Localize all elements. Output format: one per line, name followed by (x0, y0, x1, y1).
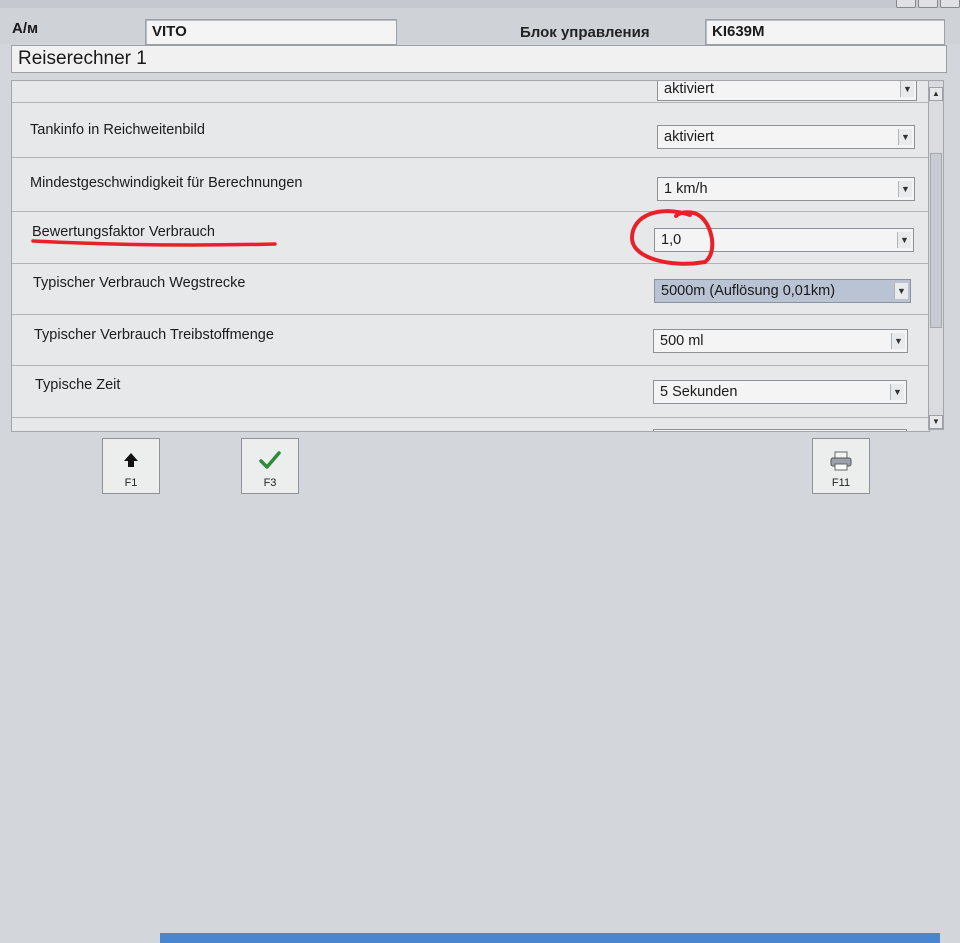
taskbar-strip (160, 933, 940, 943)
chevron-down-icon[interactable]: ▼ (900, 81, 914, 97)
setting-label: Typische Zeit (35, 377, 121, 393)
control-unit-label: Блок управления (520, 24, 650, 41)
minimize-button[interactable] (896, 0, 916, 8)
maximize-button[interactable] (918, 0, 938, 8)
list-item: Bewertungsfaktor Verbrauch 1,0 ▼ (12, 212, 929, 264)
scroll-down-icon[interactable]: ▼ (929, 415, 943, 429)
f1-label: F1 (124, 477, 138, 489)
list-item: Typische Zeit 5 Sekunden ▼ (12, 366, 929, 418)
printer-icon (813, 451, 869, 474)
list-item: Typischer Verbrauch Treibstoffmenge 500 … (12, 315, 929, 366)
setting-label: Typischer Verbrauch Treibstoffmenge (34, 327, 274, 343)
dropdown-value: 5 Sekunden (660, 384, 738, 400)
list-item: aktiviert ▼ (12, 81, 929, 103)
arrow-up-icon (103, 451, 159, 472)
f3-label: F3 (263, 477, 277, 489)
chevron-down-icon[interactable]: ▼ (894, 283, 908, 299)
page-title: Reiserechner 1 (11, 45, 947, 73)
setting-dropdown[interactable]: 1,0 ▼ (654, 228, 914, 252)
setting-dropdown[interactable]: 500 ml ▼ (653, 329, 908, 353)
setting-label: Bewertungsfaktor Verbrauch (32, 224, 215, 240)
setting-label: Mindestgeschwindigkeit für Berechnungen (30, 175, 303, 191)
checkmark-icon (242, 451, 298, 472)
setting-label: Tankinfo in Reichweitenbild (30, 122, 205, 138)
setting-dropdown[interactable]: 5 Sekunden ▼ (653, 380, 907, 404)
list-item: Tankinfo in Reichweitenbild aktiviert ▼ (12, 103, 929, 158)
chevron-down-icon[interactable]: ▼ (897, 232, 911, 248)
setting-dropdown[interactable]: 1 km/h ▼ (657, 177, 915, 201)
dropdown-value: 500 ml (660, 333, 704, 349)
chevron-down-icon[interactable]: ▼ (891, 333, 905, 349)
vehicle-label: А/м (12, 20, 39, 37)
dropdown-value: 5000m (Auflösung 0,01km) (661, 283, 836, 299)
f11-button[interactable]: F11 (812, 438, 870, 494)
chevron-down-icon[interactable]: ▼ (890, 384, 904, 400)
vertical-scrollbar[interactable]: ▲ ▼ (928, 80, 944, 430)
chevron-down-icon[interactable]: ▼ (898, 129, 912, 145)
setting-label: Typischer Verbrauch Wegstrecke (33, 275, 246, 291)
f3-button[interactable]: F3 (241, 438, 299, 494)
vehicle-field: VITO (145, 19, 397, 45)
scroll-thumb[interactable] (930, 153, 942, 328)
scroll-up-icon[interactable]: ▲ (929, 87, 943, 101)
setting-dropdown[interactable]: aktiviert ▼ (657, 125, 915, 149)
f1-button[interactable]: F1 (102, 438, 160, 494)
setting-dropdown[interactable]: 5000m (Auflösung 0,01km) ▼ (654, 279, 911, 303)
dropdown-value: 1,0 (661, 232, 682, 248)
list-item: Typischer Verbrauch Wegstrecke 5000m (Au… (12, 264, 929, 315)
dropdown-value: aktiviert (664, 81, 714, 97)
control-unit-field: KI639M (705, 19, 945, 45)
f11-label: F11 (831, 477, 851, 489)
list-item: Mindestgeschwindigkeit für Berechnungen … (12, 158, 929, 212)
setting-dropdown[interactable]: aktiviert ▼ (657, 81, 917, 101)
close-button[interactable] (940, 0, 960, 8)
header-bar: А/м VITO Блок управления KI639M (0, 8, 960, 45)
function-key-bar: F1 F3 F11 (0, 432, 960, 943)
dropdown-value: 1 km/h (664, 181, 708, 197)
chevron-down-icon[interactable]: ▼ (898, 181, 912, 197)
settings-list: aktiviert ▼ Tankinfo in Reichweitenbild … (11, 80, 930, 432)
dropdown-value: aktiviert (664, 129, 714, 145)
window-top-strip (0, 0, 960, 8)
list-item (12, 418, 929, 431)
